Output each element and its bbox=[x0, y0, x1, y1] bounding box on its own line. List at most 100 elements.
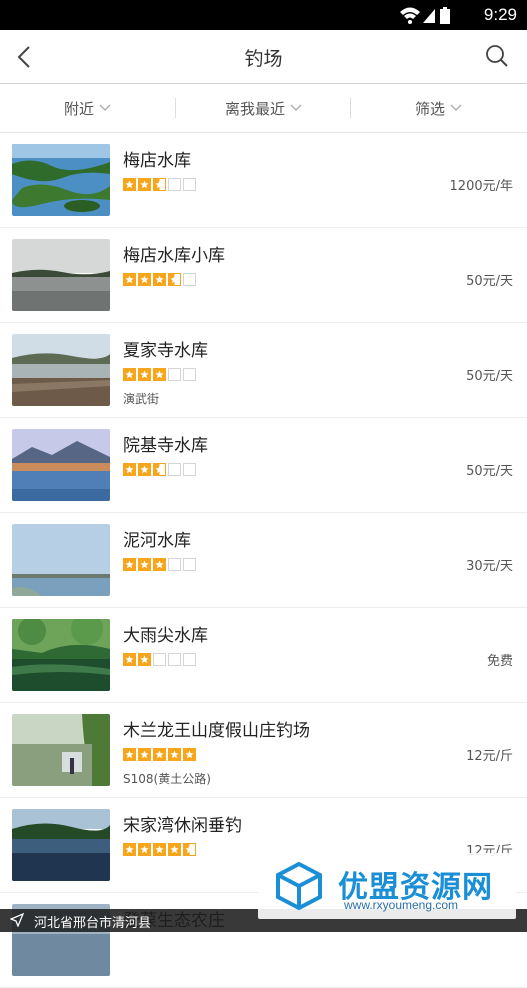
rating-stars bbox=[123, 463, 198, 476]
spot-list-item[interactable]: 梅店水库 1200元/年 bbox=[0, 133, 527, 228]
filter-nearby[interactable]: 附近 bbox=[0, 84, 175, 132]
spot-name: 宋家湾休闲垂钓 bbox=[123, 816, 242, 836]
spot-name: 木兰龙王山度假山庄钓场 bbox=[123, 721, 310, 741]
spot-name: 院基寺水库 bbox=[123, 436, 208, 456]
location-arrow-icon bbox=[10, 913, 24, 927]
star-icon bbox=[123, 273, 136, 286]
chevron-down-icon bbox=[450, 104, 462, 111]
spot-price: 50元/天 bbox=[466, 464, 513, 479]
spot-list-item[interactable]: 院基寺水库 50元/天 bbox=[0, 418, 527, 513]
rating-stars bbox=[123, 368, 198, 381]
watermark: 优盟资源网 www.rxyoumeng.com bbox=[258, 853, 516, 919]
star-icon bbox=[168, 368, 181, 381]
star-icon bbox=[168, 653, 181, 666]
spot-address: S108(黄土公路) bbox=[123, 772, 211, 786]
star-icon bbox=[123, 748, 136, 761]
chevron-down-icon bbox=[99, 104, 111, 111]
spot-name: 梅店水库 bbox=[123, 151, 191, 171]
chevron-down-icon bbox=[290, 104, 302, 111]
rating-stars bbox=[123, 178, 198, 191]
star-icon bbox=[138, 273, 151, 286]
star-icon bbox=[183, 843, 196, 856]
star-icon bbox=[153, 748, 166, 761]
spot-price: 免费 bbox=[486, 654, 513, 669]
spot-thumbnail bbox=[12, 714, 110, 786]
star-icon bbox=[138, 653, 151, 666]
filter-label: 离我最近 bbox=[224, 99, 285, 118]
spot-price: 30元/天 bbox=[466, 559, 513, 574]
spot-price: 50元/天 bbox=[466, 369, 513, 384]
spot-name: 夏家寺水库 bbox=[123, 341, 208, 361]
star-icon bbox=[168, 273, 181, 286]
star-icon bbox=[123, 368, 136, 381]
spot-list-item[interactable]: 木兰龙王山度假山庄钓场 S108(黄土公路) 12元/斤 bbox=[0, 703, 527, 798]
spot-thumbnail bbox=[12, 334, 110, 406]
star-icon bbox=[183, 558, 196, 571]
filter-label: 筛选 bbox=[414, 99, 445, 118]
star-icon bbox=[183, 178, 196, 191]
spot-price: 1200元/年 bbox=[449, 179, 513, 194]
star-icon bbox=[168, 178, 181, 191]
star-icon bbox=[138, 463, 151, 476]
star-icon bbox=[153, 558, 166, 571]
star-icon bbox=[138, 558, 151, 571]
spot-list-item[interactable]: 梅店水库小库 50元/天 bbox=[0, 228, 527, 323]
star-icon bbox=[183, 368, 196, 381]
filter-label: 附近 bbox=[63, 99, 94, 118]
rating-stars bbox=[123, 748, 198, 761]
spot-thumbnail bbox=[12, 239, 110, 311]
star-icon bbox=[138, 843, 151, 856]
cube-logo-icon bbox=[276, 861, 322, 911]
star-icon bbox=[183, 273, 196, 286]
spot-price: 50元/天 bbox=[466, 274, 513, 289]
spot-price: 12元/斤 bbox=[466, 749, 513, 764]
spot-list-item[interactable]: 大雨尖水库免费 bbox=[0, 608, 527, 703]
search-icon[interactable] bbox=[485, 44, 509, 68]
star-icon bbox=[138, 748, 151, 761]
spot-name: 大雨尖水库 bbox=[123, 626, 208, 646]
wifi-icon bbox=[400, 7, 420, 24]
star-icon bbox=[168, 463, 181, 476]
filter-sort-distance[interactable]: 离我最近 bbox=[176, 84, 351, 132]
star-icon bbox=[123, 463, 136, 476]
star-icon bbox=[183, 463, 196, 476]
filter-screen[interactable]: 筛选 bbox=[351, 84, 526, 132]
spot-thumbnail bbox=[12, 524, 110, 596]
status-bar: 9:29 bbox=[0, 0, 527, 30]
battery-icon bbox=[440, 7, 450, 24]
star-icon bbox=[153, 463, 166, 476]
spot-name: 梅店水库小库 bbox=[123, 246, 225, 266]
star-icon bbox=[123, 653, 136, 666]
star-icon bbox=[138, 368, 151, 381]
app-bar: 钓场 bbox=[0, 30, 527, 84]
spot-thumbnail bbox=[12, 429, 110, 501]
star-icon bbox=[168, 558, 181, 571]
rating-stars bbox=[123, 653, 198, 666]
spot-thumbnail bbox=[12, 809, 110, 881]
star-icon bbox=[168, 748, 181, 761]
page-title: 钓场 bbox=[244, 48, 283, 70]
signal-icon bbox=[423, 9, 435, 23]
star-icon bbox=[123, 178, 136, 191]
star-icon bbox=[153, 178, 166, 191]
watermark-url: www.rxyoumeng.com bbox=[344, 898, 459, 912]
star-icon bbox=[153, 843, 166, 856]
spot-name: 泥河水库 bbox=[123, 531, 191, 551]
star-icon bbox=[168, 843, 181, 856]
spot-thumbnail bbox=[12, 619, 110, 691]
filter-bar: 附近 离我最近 筛选 bbox=[0, 84, 527, 133]
spot-address: 演武街 bbox=[123, 392, 160, 406]
spot-list-item[interactable]: 夏家寺水库演武街 50元/天 bbox=[0, 323, 527, 418]
rating-stars bbox=[123, 558, 198, 571]
star-icon bbox=[183, 748, 196, 761]
rating-stars bbox=[123, 273, 198, 286]
clock: 9:29 bbox=[483, 5, 517, 24]
spot-list-item[interactable]: 泥河水库 30元/天 bbox=[0, 513, 527, 608]
star-icon bbox=[153, 653, 166, 666]
status-icons bbox=[400, 7, 450, 24]
rating-stars bbox=[123, 843, 198, 856]
location-text: 河北省邢台市清河县 bbox=[34, 916, 152, 931]
star-icon bbox=[123, 558, 136, 571]
spot-thumbnail bbox=[12, 144, 110, 216]
star-icon bbox=[123, 843, 136, 856]
